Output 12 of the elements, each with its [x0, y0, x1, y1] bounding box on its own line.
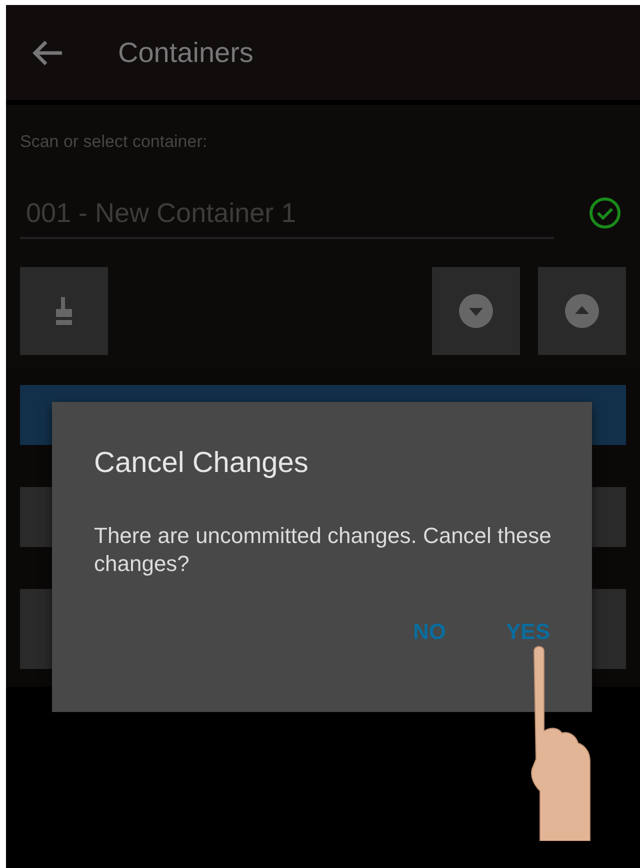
- caret-down-icon: [458, 293, 494, 329]
- move-down-button[interactable]: [432, 267, 520, 355]
- yes-button[interactable]: YES: [506, 614, 550, 648]
- field-label: Scan or select container:: [20, 131, 208, 153]
- no-button[interactable]: NO: [412, 614, 446, 648]
- dialog-title: Cancel Changes: [94, 446, 310, 481]
- caret-up-icon: [564, 293, 600, 329]
- hand-pointer-button[interactable]: [20, 267, 108, 355]
- back-arrow-icon[interactable]: [32, 38, 64, 66]
- screen-title: Containers: [118, 36, 254, 70]
- dialog-message: There are uncommitted changes. Cancel these changes?: [94, 522, 552, 578]
- move-up-button[interactable]: [538, 267, 626, 355]
